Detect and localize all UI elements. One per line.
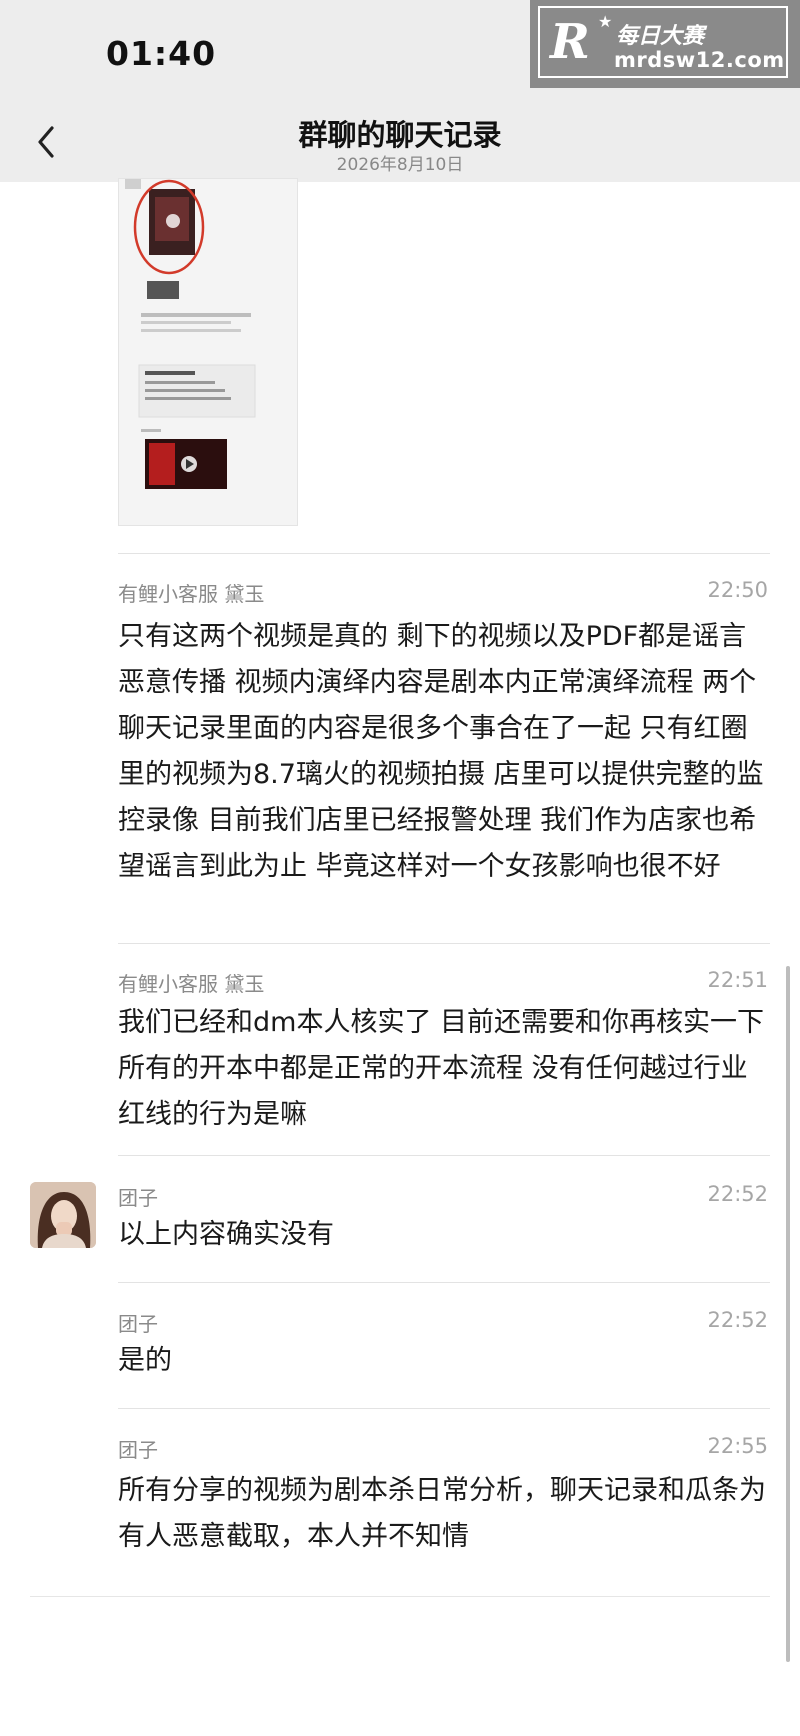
message-sender: 有鲤小客服 黛玉 — [118, 582, 265, 606]
message-text[interactable]: 所有分享的视频为剧本杀日常分析，聊天记录和瓜条为有人恶意截取，本人并不知情 — [118, 1468, 770, 1560]
page-date: 2026年8月10日 — [336, 155, 464, 175]
message-divider — [118, 943, 770, 944]
page-title: 群聊的聊天记录 — [298, 118, 502, 152]
scrollbar[interactable] — [786, 966, 790, 1662]
message-sender: 团子 — [118, 1186, 158, 1210]
avatar[interactable] — [30, 1182, 96, 1248]
forwarded-screenshot-thumbnail[interactable] — [118, 178, 298, 526]
message-divider — [118, 1408, 770, 1409]
message-sender: 有鲤小客服 黛玉 — [118, 972, 265, 996]
status-time: 01:40 — [106, 34, 217, 73]
star-icon: ★ — [598, 12, 613, 31]
message-time: 22:50 — [707, 578, 768, 602]
thumbnail-image — [119, 179, 297, 525]
message-divider — [118, 553, 770, 554]
message-sender: 团子 — [118, 1438, 158, 1462]
message-time: 22:52 — [707, 1308, 768, 1332]
watermark-url: mrdsw12.com — [614, 48, 785, 72]
message-text[interactable]: 是的 — [118, 1338, 770, 1384]
watermark-frame: R ★ 每日大赛 mrdsw12.com — [538, 6, 788, 78]
message-time: 22:55 — [707, 1434, 768, 1458]
avatar-image — [30, 1182, 96, 1248]
nav-bar: 群聊的聊天记录 2026年8月10日 — [0, 100, 800, 182]
message-time: 22:52 — [707, 1182, 768, 1206]
message-sender: 团子 — [118, 1312, 158, 1336]
message-text[interactable]: 只有这两个视频是真的 剩下的视频以及PDF都是谣言恶意传播 视频内演绎内容是剧本… — [118, 614, 770, 890]
message-text[interactable]: 以上内容确实没有 — [118, 1212, 770, 1258]
message-time: 22:51 — [707, 968, 768, 992]
watermark-logo: R — [550, 14, 590, 70]
list-end-divider — [30, 1596, 770, 1597]
message-text[interactable]: 我们已经和dm本人核实了 目前还需要和你再核实一下 所有的开本中都是正常的开本流… — [118, 1000, 770, 1138]
message-divider — [118, 1155, 770, 1156]
watermark: R ★ 每日大赛 mrdsw12.com — [530, 0, 800, 88]
message-divider — [118, 1282, 770, 1283]
watermark-title: 每日大赛 — [616, 24, 705, 49]
